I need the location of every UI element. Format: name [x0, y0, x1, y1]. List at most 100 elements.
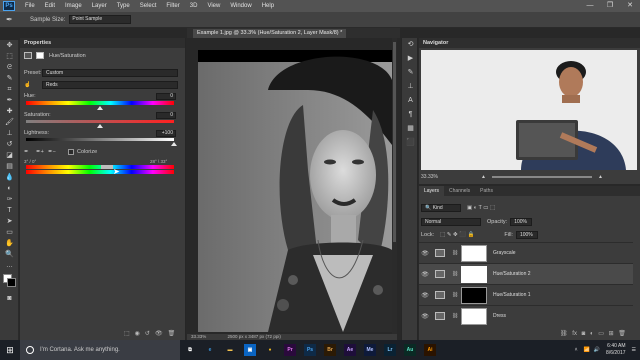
blur-tool-icon[interactable]: 💧 — [0, 172, 19, 183]
layer-mask-thumbnail[interactable] — [461, 244, 487, 262]
dodge-tool-icon[interactable]: ◐ — [0, 183, 19, 194]
eye-icon[interactable]: 👁 — [419, 313, 431, 320]
targeted-adjustment-hand-icon[interactable]: ☝ — [24, 82, 38, 88]
lightness-slider-track[interactable] — [26, 138, 174, 141]
delete-layer-icon[interactable]: 🗑 — [618, 331, 626, 337]
delete-icon[interactable]: 🗑 — [168, 330, 176, 337]
lasso-tool-icon[interactable]: ᘓ — [0, 62, 19, 73]
close-button[interactable]: ✕ — [620, 0, 640, 12]
filter-icons[interactable]: ▣ ◐ T ▭ ⬚ — [467, 205, 495, 211]
opacity-field[interactable]: 100% — [510, 218, 533, 226]
layer-mask-thumbnail[interactable] — [461, 286, 487, 304]
healing-tool-icon[interactable]: ✚ — [0, 106, 19, 117]
eye-icon[interactable]: 👁 — [419, 271, 431, 278]
color-range-selector[interactable] — [101, 165, 113, 169]
layer-name[interactable]: Hue/Saturation 2 — [493, 271, 531, 277]
eyedropper-icon[interactable]: ✒ — [6, 15, 16, 25]
eyedropper-tool-icon[interactable]: ✒ — [0, 95, 19, 106]
navigator-zoom-value[interactable]: 33.33% — [421, 174, 451, 180]
type-tool-icon[interactable]: T — [0, 205, 19, 216]
windows-start-icon[interactable]: ⊞ — [0, 340, 20, 360]
view-previous-icon[interactable]: ◉ — [135, 330, 140, 337]
brush-presets-icon[interactable]: ✎ — [402, 66, 419, 80]
rectangle-tool-icon[interactable]: ▭ — [0, 227, 19, 238]
colorize-checkbox[interactable] — [68, 149, 74, 155]
volume-icon[interactable]: 🔊 — [594, 347, 600, 353]
after-effects-taskbar-icon[interactable]: Ae — [340, 340, 360, 360]
layer-row[interactable]: 👁 ⛓ Hue/Saturation 1 — [419, 284, 633, 305]
brush-tool-icon[interactable]: 🖌 — [0, 117, 19, 128]
fill-field[interactable]: 100% — [515, 231, 538, 239]
menu-file[interactable]: File — [25, 3, 35, 9]
eyedropper-minus-icon[interactable]: ✒− — [48, 149, 62, 155]
preset-select[interactable]: Custom — [42, 69, 178, 77]
layer-mask-thumbnail[interactable] — [461, 307, 487, 325]
premiere-taskbar-icon[interactable]: Pr — [280, 340, 300, 360]
eye-icon[interactable]: 👁 — [419, 250, 431, 257]
color-swatches[interactable] — [0, 271, 18, 293]
clock[interactable]: 6:40 AM 8/6/2017 — [606, 343, 625, 357]
menu-3d[interactable]: 3D — [190, 3, 198, 9]
chrome-taskbar-icon[interactable]: ● — [260, 340, 280, 360]
pen-tool-icon[interactable]: ✑ — [0, 194, 19, 205]
reset-icon[interactable]: ↺ — [145, 330, 150, 337]
menu-image[interactable]: Image — [65, 3, 82, 9]
fx-icon[interactable]: fx — [572, 331, 577, 337]
zoom-slider[interactable] — [491, 176, 592, 178]
link-icon[interactable]: ⛓ — [451, 271, 459, 277]
swatches-icon[interactable]: ▦ — [402, 122, 419, 136]
channel-select[interactable]: Reds — [42, 81, 178, 89]
action-center-icon[interactable]: ☰ — [632, 347, 636, 353]
status-zoom[interactable]: 33.33% — [191, 334, 206, 339]
media-encoder-taskbar-icon[interactable]: Me — [360, 340, 380, 360]
menu-select[interactable]: Select — [140, 3, 157, 9]
path-select-tool-icon[interactable]: ➤ — [0, 216, 19, 227]
character-icon[interactable]: A — [402, 94, 419, 108]
hue-slider-track[interactable] — [26, 101, 174, 105]
link-layers-icon[interactable]: ⛓ — [560, 331, 568, 337]
sample-size-select[interactable]: Point Sample — [69, 15, 132, 24]
styles-icon[interactable]: ⬛ — [402, 136, 419, 150]
saturation-slider-knob[interactable] — [97, 124, 103, 128]
blend-mode-select[interactable]: Normal — [421, 218, 481, 226]
lightness-value-field[interactable]: +100 — [156, 130, 176, 137]
layer-kind-select[interactable]: 🔍 Kind — [421, 204, 461, 212]
audition-taskbar-icon[interactable]: Au — [400, 340, 420, 360]
navigator-tab[interactable]: Navigator — [419, 38, 640, 48]
eye-icon[interactable]: 👁 — [419, 292, 431, 299]
menu-layer[interactable]: Layer — [92, 3, 107, 9]
crop-tool-icon[interactable]: ⌗ — [0, 84, 19, 95]
lightroom-taskbar-icon[interactable]: Lr — [380, 340, 400, 360]
menu-type[interactable]: Type — [117, 3, 130, 9]
gradient-tool-icon[interactable]: ▤ — [0, 161, 19, 172]
history-icon[interactable]: ⟲ — [402, 38, 419, 52]
paragraph-icon[interactable]: ¶ — [402, 108, 419, 122]
menu-window[interactable]: Window — [230, 3, 251, 9]
saturation-value-field[interactable]: 0 — [156, 112, 176, 119]
eyedropper-plus-icon[interactable]: ✒+ — [36, 149, 48, 155]
layer-row-selected[interactable]: 👁 ⛓ Hue/Saturation 2 — [419, 263, 633, 284]
eyedropper-icon[interactable]: ✒ — [24, 149, 36, 155]
clone-stamp-tool-icon[interactable]: ⊥ — [0, 128, 19, 139]
minimize-button[interactable]: — — [580, 0, 600, 12]
edge-taskbar-icon[interactable]: e — [200, 340, 220, 360]
store-taskbar-icon[interactable]: ▣ — [240, 340, 260, 360]
background-color-swatch[interactable] — [7, 278, 16, 287]
quick-mask-icon[interactable]: ◙ — [0, 293, 19, 304]
new-adjustment-icon[interactable]: ◐ — [590, 331, 594, 337]
hand-tool-icon[interactable]: ✋ — [0, 238, 19, 249]
zoom-out-icon[interactable]: ▲ — [481, 174, 486, 180]
photoshop-taskbar-icon[interactable]: Ps — [300, 340, 320, 360]
menu-help[interactable]: Help — [262, 3, 274, 9]
actions-icon[interactable]: ▶ — [402, 52, 419, 66]
more-tools-icon[interactable]: … — [0, 260, 19, 271]
layer-mask-thumbnail[interactable] — [461, 265, 487, 283]
hue-value-field[interactable]: 0 — [156, 93, 176, 100]
task-view-taskbar-icon[interactable]: ⧉ — [180, 340, 200, 360]
tab-paths[interactable]: Paths — [475, 186, 498, 196]
quick-select-tool-icon[interactable]: ✎ — [0, 73, 19, 84]
canvas-image[interactable] — [198, 50, 392, 332]
eraser-tool-icon[interactable]: ◪ — [0, 150, 19, 161]
layer-mask-icon[interactable] — [36, 52, 44, 59]
menu-edit[interactable]: Edit — [45, 3, 55, 9]
